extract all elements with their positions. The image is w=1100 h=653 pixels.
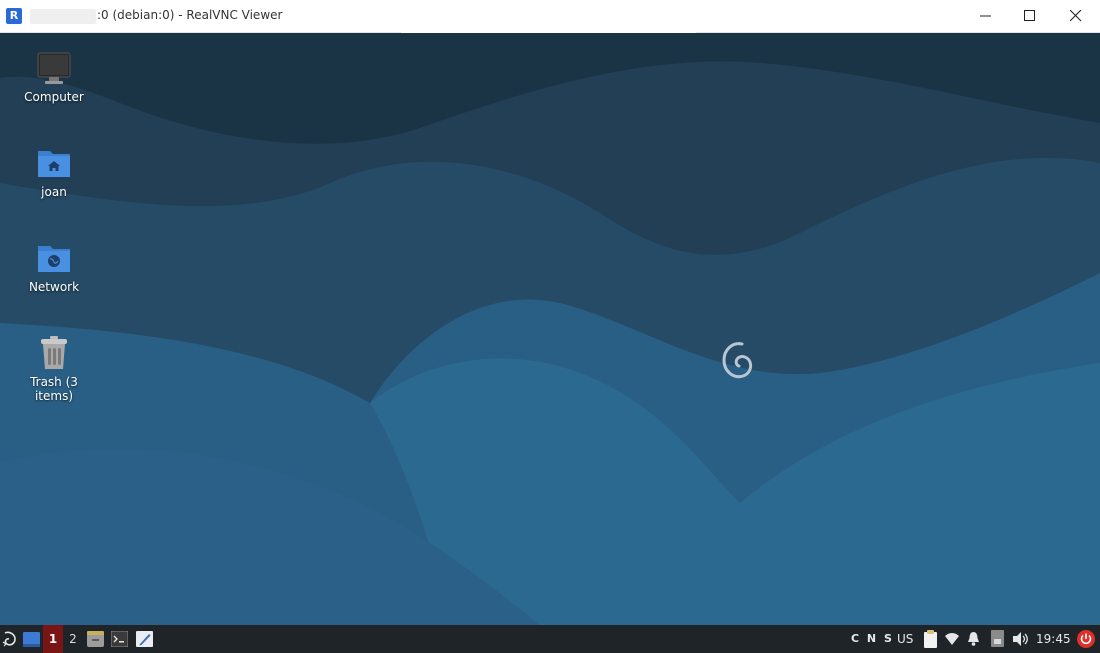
desktop-icon-network[interactable]: Network xyxy=(4,240,104,294)
volume-icon[interactable] xyxy=(1013,632,1029,646)
wifi-icon[interactable] xyxy=(945,633,959,645)
maximize-button[interactable] xyxy=(1007,0,1053,32)
realvnc-viewer-window: R :0 (debian:0) - RealVNC Viewer Compute… xyxy=(0,0,1100,653)
desktop-wallpaper xyxy=(0,33,1100,625)
desktop-icon-computer[interactable]: Computer xyxy=(4,50,104,104)
realvnc-app-icon[interactable]: R xyxy=(6,8,22,24)
desktop-icon-label: Computer xyxy=(24,90,84,104)
maximize-icon xyxy=(1024,10,1035,21)
workspace-2-button[interactable]: 2 xyxy=(65,625,81,653)
desktop-icon-label: Network xyxy=(28,280,80,294)
home-folder-icon xyxy=(38,151,70,177)
clock[interactable]: 19:45 xyxy=(1036,625,1071,653)
workspace-1-button[interactable]: 1 xyxy=(43,625,63,653)
desktop-icon-home[interactable]: joan xyxy=(4,145,104,199)
network-folder-icon xyxy=(38,246,70,272)
window-title: :0 (debian:0) - RealVNC Viewer xyxy=(97,8,283,22)
title-bar[interactable]: R :0 (debian:0) - RealVNC Viewer xyxy=(0,0,1100,33)
redacted-hostname xyxy=(30,9,96,24)
minimize-button[interactable] xyxy=(963,0,1009,32)
computer-icon xyxy=(37,52,71,84)
text-editor-launcher-icon[interactable] xyxy=(136,631,153,647)
applications-menu-icon[interactable] xyxy=(1,630,19,648)
minimize-icon xyxy=(980,15,991,17)
trash-icon xyxy=(41,336,67,369)
power-button-icon[interactable] xyxy=(1077,630,1095,648)
remote-desktop[interactable]: Computer joan Network Trash (3 items) xyxy=(0,33,1100,625)
terminal-launcher-icon[interactable] xyxy=(111,631,128,647)
desktop-icon-label: joan xyxy=(41,185,67,199)
show-desktop-icon[interactable] xyxy=(23,632,40,647)
keyboard-layout-indicator[interactable]: US xyxy=(897,625,913,653)
file-manager-launcher-icon[interactable] xyxy=(87,631,104,647)
close-button[interactable] xyxy=(1053,0,1099,32)
notifications-bell-icon[interactable] xyxy=(967,632,980,646)
taskbar: 1 2 C N S US 19:45 xyxy=(0,625,1100,653)
close-icon xyxy=(1070,10,1082,22)
desktop-icon-trash[interactable]: Trash (3 items) xyxy=(4,335,104,403)
clipboard-icon[interactable] xyxy=(923,630,938,648)
debian-logo-icon xyxy=(722,342,753,379)
power-manager-icon[interactable] xyxy=(991,630,1004,647)
keyboard-lock-indicators[interactable]: C N S xyxy=(851,625,894,653)
desktop-icon-label: Trash (3 items) xyxy=(30,375,78,403)
